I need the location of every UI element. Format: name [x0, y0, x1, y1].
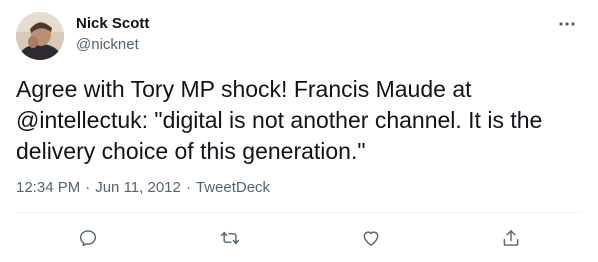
retweet-icon: [220, 231, 240, 245]
reply-button[interactable]: [77, 227, 99, 249]
tweet-card: Nick Scott @nicknet Agree with Tory MP s…: [0, 0, 598, 262]
reply-icon: [79, 230, 97, 247]
meta-separator: ·: [185, 179, 191, 196]
action-bar: [0, 227, 598, 249]
like-button[interactable]: [360, 227, 382, 249]
share-button[interactable]: [500, 227, 522, 249]
tweet-date[interactable]: Jun 11, 2012: [95, 178, 181, 198]
more-options-button[interactable]: [556, 14, 578, 34]
retweet-button[interactable]: [219, 227, 241, 249]
author-handle[interactable]: @nicknet: [76, 35, 149, 55]
tweet-time[interactable]: 12:34 PM: [16, 178, 80, 198]
author-display-name[interactable]: Nick Scott: [76, 14, 149, 34]
tweet-metadata: 12:34 PM · Jun 11, 2012 · TweetDeck: [16, 178, 270, 198]
share-icon: [503, 230, 519, 246]
tweet-source[interactable]: TweetDeck: [196, 178, 270, 198]
avatar[interactable]: [16, 12, 64, 60]
tweet-text: Agree with Tory MP shock! Francis Maude …: [16, 76, 543, 164]
more-horizontal-icon: [559, 22, 575, 26]
avatar-photo: [16, 12, 64, 60]
divider: [16, 212, 582, 213]
author-block: Nick Scott @nicknet: [76, 14, 149, 55]
meta-separator: ·: [85, 179, 91, 196]
heart-icon: [363, 231, 379, 246]
